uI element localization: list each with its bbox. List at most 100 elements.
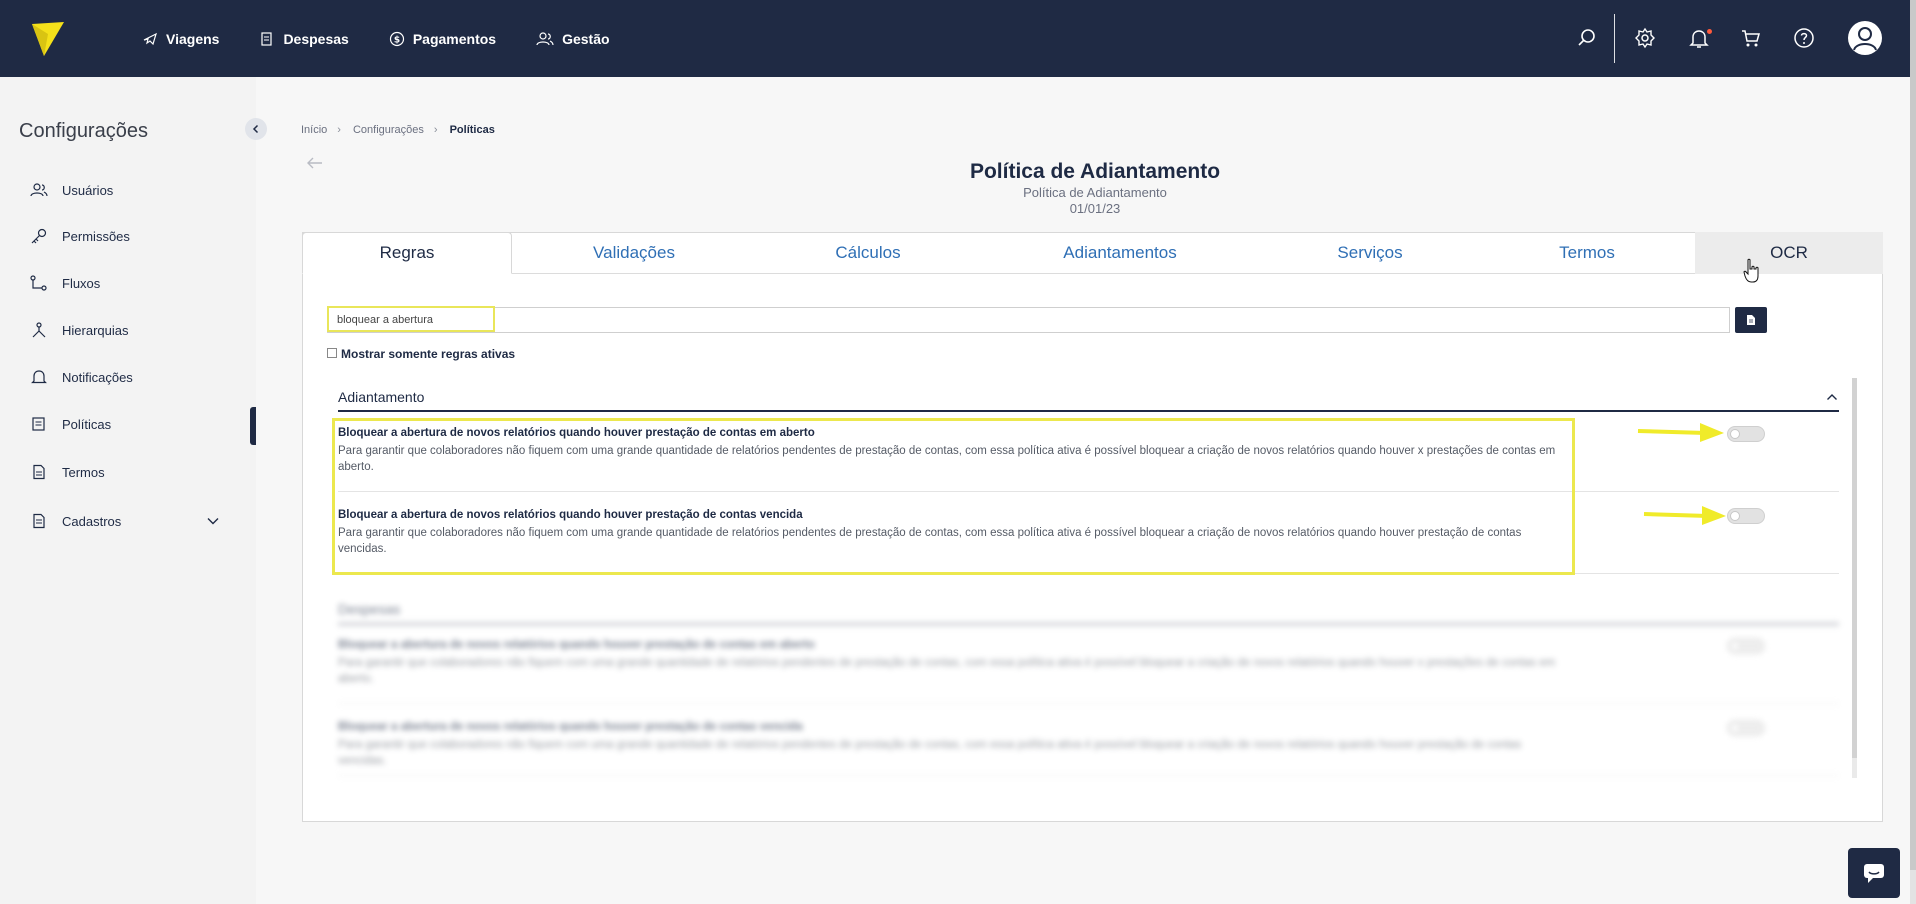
cart-icon[interactable] xyxy=(1739,26,1763,50)
flow-icon xyxy=(30,275,47,291)
rule-title: Bloquear a abertura de novos relatórios … xyxy=(338,639,815,651)
rules-scrollbar-thumb[interactable] xyxy=(1852,378,1857,758)
back-arrow-icon[interactable] xyxy=(306,156,324,170)
sidebar-item-cadastros[interactable]: Cadastros xyxy=(30,509,121,533)
tab-validacoes[interactable]: Validações xyxy=(535,232,733,274)
notification-badge xyxy=(1707,29,1712,34)
bell-icon xyxy=(31,370,47,384)
dollar-icon: $ xyxy=(389,31,404,46)
section-title-adiantamento[interactable]: Adiantamento xyxy=(338,389,1839,411)
plane-icon xyxy=(143,32,157,45)
sidebar-item-label: Hierarquias xyxy=(62,322,129,338)
sidebar-item-politicas[interactable]: Políticas xyxy=(30,412,111,436)
sidebar-item-notificacoes[interactable]: Notificações xyxy=(30,365,133,389)
rule-description: Para garantir que colaboradores não fiqu… xyxy=(338,657,1556,685)
top-navigation-bar: Viagens Despesas $ Pagamentos Gestão xyxy=(0,0,1916,77)
chevron-left-icon xyxy=(252,124,259,134)
sidebar-collapse-button[interactable] xyxy=(245,118,267,140)
nav-gestao[interactable]: Gestão xyxy=(536,30,610,47)
rules-scrollbar[interactable] xyxy=(1852,378,1857,778)
rule-divider xyxy=(338,491,1839,492)
rule-toggle[interactable] xyxy=(1727,720,1765,736)
nav-viagens-label: Viagens xyxy=(166,30,220,47)
rule-search-input[interactable] xyxy=(327,307,1730,333)
section-title-despesas[interactable]: Despesas xyxy=(338,601,1839,623)
tab-servicos[interactable]: Serviços xyxy=(1270,232,1470,274)
tab-regras[interactable]: Regras xyxy=(302,232,512,274)
search-icon[interactable] xyxy=(1575,26,1599,50)
search-button[interactable] xyxy=(1735,307,1767,333)
rule-description: Para garantir que colaboradores não fiqu… xyxy=(338,527,1522,555)
nav-gestao-label: Gestão xyxy=(562,30,610,47)
nav-despesas-label: Despesas xyxy=(283,30,349,47)
rule-toggle[interactable] xyxy=(1727,508,1765,524)
receipt-icon xyxy=(261,31,273,46)
sidebar-active-indicator xyxy=(250,407,256,445)
logo-icon[interactable] xyxy=(30,20,66,58)
main-nav: Viagens Despesas $ Pagamentos Gestão xyxy=(142,0,650,77)
sidebar-item-fluxos[interactable]: Fluxos xyxy=(30,271,100,295)
chat-button[interactable] xyxy=(1848,848,1900,898)
section-underline xyxy=(338,410,1839,412)
hand-cursor-icon xyxy=(1743,258,1759,283)
help-icon[interactable] xyxy=(1792,26,1816,50)
sidebar-item-label: Permissões xyxy=(62,228,130,244)
page-date: 01/01/23 xyxy=(1069,201,1121,216)
sidebar-item-label: Usuários xyxy=(62,182,114,198)
svg-text:$: $ xyxy=(394,35,400,45)
breadcrumb-separator: › xyxy=(337,124,341,136)
tab-termos[interactable]: Termos xyxy=(1487,232,1687,274)
user-avatar-icon xyxy=(1853,27,1877,51)
breadcrumb: Início › Configurações › Políticas xyxy=(301,124,505,136)
sidebar-item-label: Fluxos xyxy=(62,275,101,291)
chevron-down-icon[interactable] xyxy=(206,516,220,526)
sidebar-item-label: Termos xyxy=(62,464,105,480)
sidebar-item-hierarquias[interactable]: Hierarquias xyxy=(30,318,128,342)
sidebar-item-label: Cadastros xyxy=(62,513,122,529)
nav-viagens[interactable]: Viagens xyxy=(142,31,219,47)
sidebar-item-label: Políticas xyxy=(62,416,112,432)
nav-despesas[interactable]: Despesas xyxy=(259,30,349,47)
chevron-up-icon[interactable] xyxy=(1826,393,1838,401)
rule-toggle[interactable] xyxy=(1727,426,1765,442)
rule-title: Bloquear a abertura de novos relatórios … xyxy=(338,427,815,439)
rule-description: Para garantir que colaboradores não fiqu… xyxy=(338,739,1522,767)
sidebar-item-usuarios[interactable]: Usuários xyxy=(30,178,113,202)
nav-pagamentos-label: Pagamentos xyxy=(412,30,497,47)
page-scrollbar[interactable] xyxy=(1910,0,1916,904)
page-subtitle: Política de Adiantamento xyxy=(1023,185,1167,200)
rule-title: Bloquear a abertura de novos relatórios … xyxy=(338,721,803,733)
policy-icon xyxy=(32,417,45,431)
active-rules-label: Mostrar somente regras ativas xyxy=(341,347,516,361)
nav-pagamentos[interactable]: $ Pagamentos xyxy=(389,31,496,47)
toggle-knob xyxy=(1730,429,1740,439)
rule-divider xyxy=(338,703,1839,704)
toggle-knob xyxy=(1730,723,1740,733)
sidebar-item-label: Notificações xyxy=(62,369,133,385)
document-icon xyxy=(33,464,45,480)
sidebar-item-termos[interactable]: Termos xyxy=(30,460,105,484)
breadcrumb-separator: › xyxy=(433,124,438,136)
key-icon xyxy=(31,228,47,244)
page-scrollbar-thumb[interactable] xyxy=(1910,0,1916,870)
rule-title: Bloquear a abertura de novos relatórios … xyxy=(338,509,803,521)
tab-ocr[interactable]: OCR xyxy=(1695,232,1883,274)
breadcrumb-configuracoes[interactable]: Configurações xyxy=(353,124,424,136)
tab-calculos[interactable]: Cálculos xyxy=(768,232,968,274)
hierarchy-icon xyxy=(32,322,46,338)
sidebar-item-permissoes[interactable]: Permissões xyxy=(30,224,130,248)
rule-toggle[interactable] xyxy=(1727,638,1765,654)
toggle-knob xyxy=(1730,641,1740,651)
breadcrumb-home[interactable]: Início xyxy=(301,124,327,136)
chat-icon xyxy=(1864,864,1884,883)
nav-divider xyxy=(1614,14,1615,63)
sidebar-title: Configurações xyxy=(19,120,148,142)
tab-adiantamentos[interactable]: Adiantamentos xyxy=(1015,232,1225,274)
rule-divider xyxy=(338,775,1839,776)
section-underline xyxy=(338,622,1839,626)
active-rules-checkbox[interactable] xyxy=(327,348,337,358)
users-icon xyxy=(30,183,48,197)
users-icon xyxy=(536,31,554,45)
user-avatar[interactable] xyxy=(1848,21,1882,55)
gear-icon[interactable] xyxy=(1633,26,1657,50)
